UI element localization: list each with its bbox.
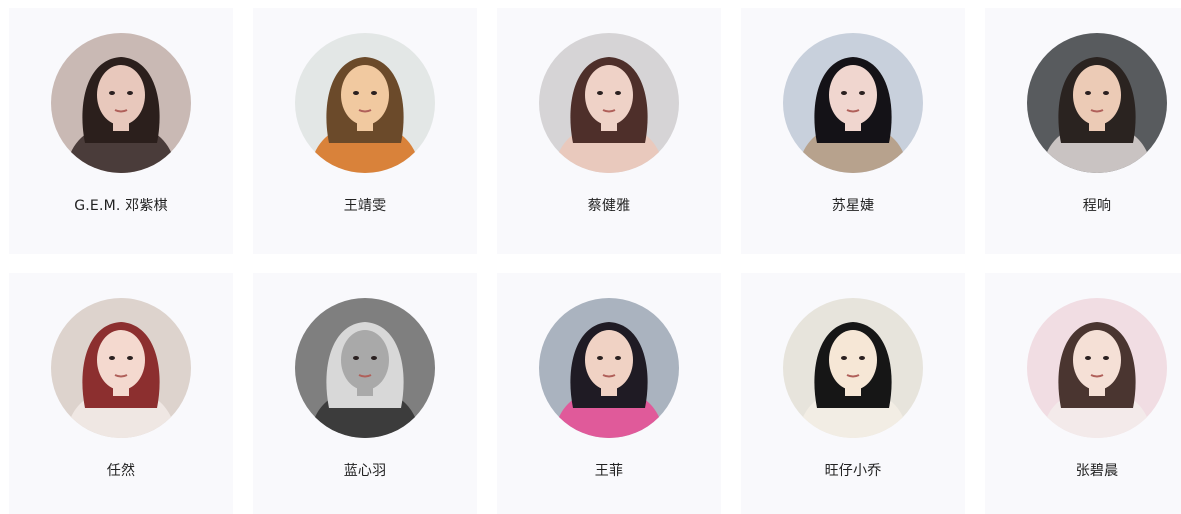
avatar-face (585, 330, 633, 390)
avatar-portrait-image (1027, 298, 1167, 438)
avatar-face (829, 65, 877, 125)
avatar-face (829, 330, 877, 390)
artist-card[interactable]: 蓝心羽 (253, 273, 477, 514)
avatar-eye-left (597, 356, 603, 360)
artist-card[interactable]: 程响 (985, 8, 1181, 254)
artist-name[interactable]: 程响 (985, 195, 1181, 215)
avatar-eye-left (353, 91, 359, 95)
avatar-face (341, 65, 389, 125)
artist-grid: G.E.M. 邓紫棋 王靖雯 蔡健雅 苏星婕 程响 任然 蓝心羽 王菲 旺仔小乔… (0, 0, 1181, 514)
avatar-eye-right (859, 356, 865, 360)
avatar-eye-right (371, 356, 377, 360)
artist-name[interactable]: 王靖雯 (253, 195, 477, 215)
avatar-eye-left (1085, 356, 1091, 360)
artist-avatar[interactable] (295, 33, 435, 173)
avatar-eye-left (109, 356, 115, 360)
avatar-neck (601, 384, 617, 396)
artist-card[interactable]: 张碧晨 (985, 273, 1181, 514)
avatar-neck (1089, 119, 1105, 131)
artist-avatar[interactable] (1027, 298, 1167, 438)
avatar-neck (113, 119, 129, 131)
artist-name[interactable]: 蓝心羽 (253, 460, 477, 480)
avatar-face (97, 330, 145, 390)
avatar-eye-right (371, 91, 377, 95)
avatar-portrait-image (1027, 33, 1167, 173)
avatar-neck (845, 384, 861, 396)
avatar-face (97, 65, 145, 125)
avatar-neck (1089, 384, 1105, 396)
artist-name[interactable]: 旺仔小乔 (741, 460, 965, 480)
artist-card[interactable]: G.E.M. 邓紫棋 (9, 8, 233, 254)
avatar-eye-left (841, 356, 847, 360)
avatar-eye-right (615, 356, 621, 360)
artist-card[interactable]: 旺仔小乔 (741, 273, 965, 514)
artist-avatar[interactable] (539, 33, 679, 173)
artist-avatar[interactable] (783, 298, 923, 438)
artist-name[interactable]: G.E.M. 邓紫棋 (9, 195, 233, 215)
avatar-portrait-image (51, 33, 191, 173)
artist-avatar[interactable] (539, 298, 679, 438)
avatar-eye-left (353, 356, 359, 360)
avatar-eye-right (127, 356, 133, 360)
artist-card[interactable]: 任然 (9, 273, 233, 514)
avatar-eye-right (615, 91, 621, 95)
avatar-neck (357, 384, 373, 396)
avatar-neck (601, 119, 617, 131)
avatar-eye-left (841, 91, 847, 95)
avatar-eye-left (109, 91, 115, 95)
artist-avatar[interactable] (295, 298, 435, 438)
avatar-face (585, 65, 633, 125)
avatar-eye-left (1085, 91, 1091, 95)
avatar-portrait-image (783, 298, 923, 438)
artist-card[interactable]: 王靖雯 (253, 8, 477, 254)
avatar-eye-right (1103, 356, 1109, 360)
avatar-face (341, 330, 389, 390)
avatar-face (1073, 330, 1121, 390)
artist-avatar[interactable] (1027, 33, 1167, 173)
avatar-eye-right (859, 91, 865, 95)
avatar-face (1073, 65, 1121, 125)
avatar-eye-right (127, 91, 133, 95)
artist-card[interactable]: 王菲 (497, 273, 721, 514)
avatar-portrait-image (539, 33, 679, 173)
avatar-eye-left (597, 91, 603, 95)
artist-avatar[interactable] (783, 33, 923, 173)
artist-name[interactable]: 任然 (9, 460, 233, 480)
avatar-portrait-image (295, 33, 435, 173)
artist-card[interactable]: 苏星婕 (741, 8, 965, 254)
avatar-portrait-image (783, 33, 923, 173)
artist-name[interactable]: 王菲 (497, 460, 721, 480)
artist-avatar[interactable] (51, 298, 191, 438)
artist-name[interactable]: 苏星婕 (741, 195, 965, 215)
avatar-portrait-image (51, 298, 191, 438)
artist-name[interactable]: 蔡健雅 (497, 195, 721, 215)
avatar-portrait-image (295, 298, 435, 438)
artist-avatar[interactable] (51, 33, 191, 173)
artist-card[interactable]: 蔡健雅 (497, 8, 721, 254)
artist-name[interactable]: 张碧晨 (985, 460, 1181, 480)
avatar-portrait-image (539, 298, 679, 438)
avatar-eye-right (1103, 91, 1109, 95)
avatar-neck (113, 384, 129, 396)
avatar-neck (845, 119, 861, 131)
avatar-neck (357, 119, 373, 131)
